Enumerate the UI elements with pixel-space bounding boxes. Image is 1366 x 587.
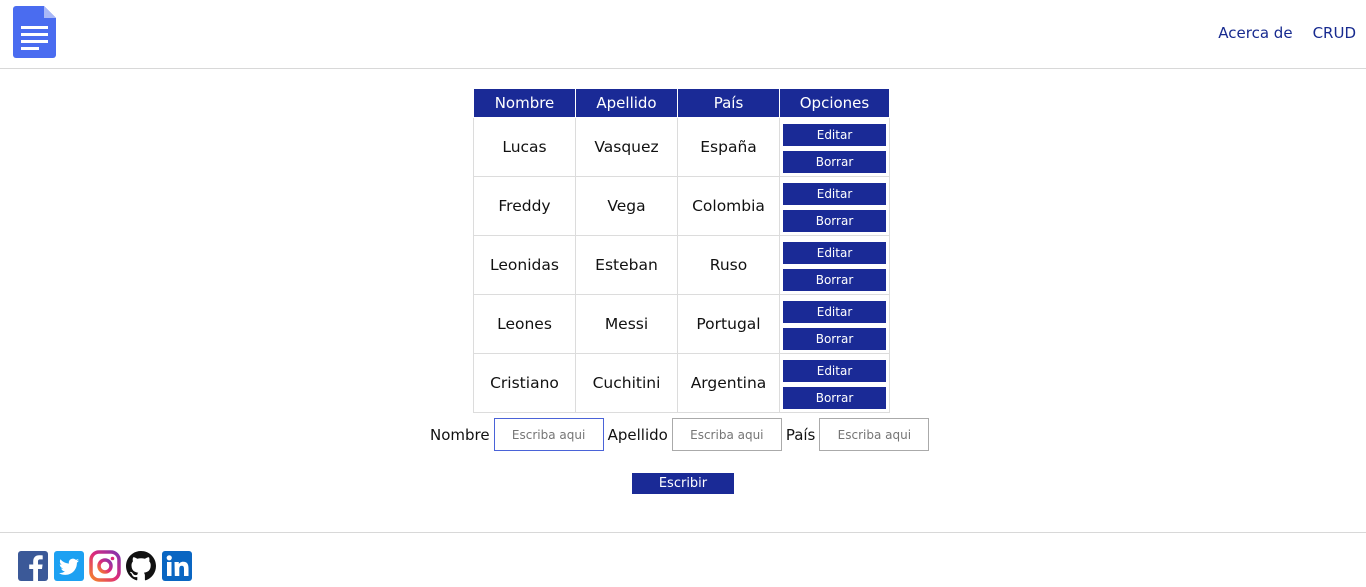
footer	[0, 532, 1366, 587]
header-pais: País	[677, 88, 780, 118]
header: Acerca de CRUD	[0, 0, 1366, 69]
entry-form: Nombre Apellido País	[430, 418, 933, 451]
cell-apellido: Messi	[575, 294, 678, 354]
cell-apellido: Vega	[575, 176, 678, 236]
header-nombre: Nombre	[473, 88, 576, 118]
edit-button[interactable]: Editar	[783, 301, 886, 323]
table-row: Cristiano Cuchitini Argentina Editar Bor…	[473, 353, 890, 413]
table-row: Freddy Vega Colombia Editar Borrar	[473, 176, 890, 236]
cell-nombre: Leonidas	[473, 235, 576, 295]
pais-input[interactable]	[819, 418, 930, 451]
cell-apellido: Esteban	[575, 235, 678, 295]
table-row: Lucas Vasquez España Editar Borrar	[473, 117, 890, 177]
cell-pais: Colombia	[677, 176, 780, 236]
submit-button[interactable]: Escribir	[632, 473, 734, 494]
cell-options: Editar Borrar	[779, 176, 890, 236]
header-opciones: Opciones	[779, 88, 890, 118]
github-icon[interactable]	[125, 550, 157, 582]
delete-button[interactable]: Borrar	[783, 387, 886, 409]
delete-button[interactable]: Borrar	[783, 151, 886, 173]
linkedin-icon[interactable]	[161, 550, 193, 582]
cell-apellido: Vasquez	[575, 117, 678, 177]
cell-pais: Portugal	[677, 294, 780, 354]
nav-about-link[interactable]: Acerca de	[1218, 24, 1292, 42]
nombre-input[interactable]	[493, 418, 604, 451]
header-apellido: Apellido	[575, 88, 678, 118]
edit-button[interactable]: Editar	[783, 183, 886, 205]
delete-button[interactable]: Borrar	[783, 328, 886, 350]
cell-pais: España	[677, 117, 780, 177]
nombre-label: Nombre	[430, 425, 490, 444]
social-links	[17, 550, 193, 582]
table-header-row: Nombre Apellido País Opciones	[473, 88, 890, 118]
cell-pais: Argentina	[677, 353, 780, 413]
cell-options: Editar Borrar	[779, 235, 890, 295]
edit-button[interactable]: Editar	[783, 360, 886, 382]
top-nav: Acerca de CRUD	[1218, 24, 1356, 42]
delete-button[interactable]: Borrar	[783, 210, 886, 232]
instagram-icon[interactable]	[89, 550, 121, 582]
twitter-icon[interactable]	[53, 550, 85, 582]
facebook-icon[interactable]	[17, 550, 49, 582]
cell-pais: Ruso	[677, 235, 780, 295]
cell-nombre: Freddy	[473, 176, 576, 236]
cell-nombre: Lucas	[473, 117, 576, 177]
people-table: Nombre Apellido País Opciones Lucas Vasq…	[473, 88, 890, 413]
table-row: Leones Messi Portugal Editar Borrar	[473, 294, 890, 354]
edit-button[interactable]: Editar	[783, 124, 886, 146]
nav-crud-link[interactable]: CRUD	[1313, 24, 1356, 42]
cell-options: Editar Borrar	[779, 294, 890, 354]
delete-button[interactable]: Borrar	[783, 269, 886, 291]
apellido-input[interactable]	[671, 418, 782, 451]
apellido-label: Apellido	[607, 425, 668, 444]
cell-apellido: Cuchitini	[575, 353, 678, 413]
cell-options: Editar Borrar	[779, 353, 890, 413]
edit-button[interactable]: Editar	[783, 242, 886, 264]
cell-nombre: Cristiano	[473, 353, 576, 413]
cell-nombre: Leones	[473, 294, 576, 354]
cell-options: Editar Borrar	[779, 117, 890, 177]
table-row: Leonidas Esteban Ruso Editar Borrar	[473, 235, 890, 295]
pais-label: País	[785, 425, 816, 444]
document-logo-icon[interactable]	[13, 6, 56, 58]
